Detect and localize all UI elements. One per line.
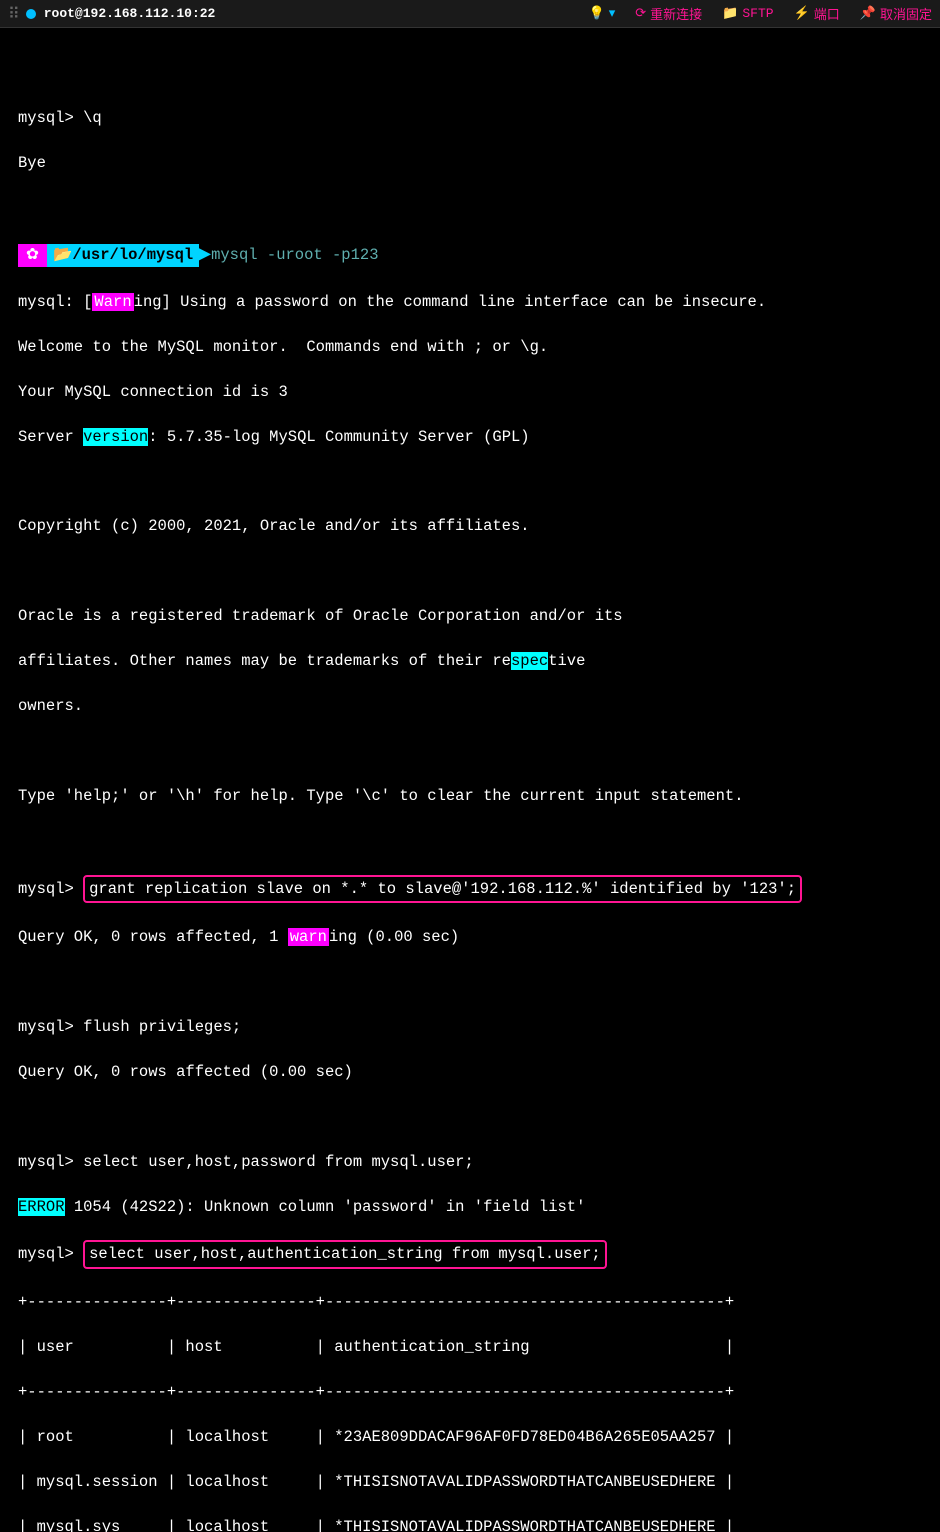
prompt-line: ✿📂/usr/lo/mysql▶ mysql -uroot -p123 (18, 242, 922, 268)
chevron-down-icon: ▾ (609, 6, 616, 21)
terminal-line (18, 971, 922, 993)
host-label: root@192.168.112.10:22 (44, 6, 216, 21)
prompt-arrow-icon: ▶ (197, 242, 211, 268)
terminal-line: mysql> flush privileges; (18, 1016, 922, 1038)
folder-icon: 📁 (722, 6, 738, 21)
terminal-line: mysql: [Warning] Using a password on the… (18, 291, 922, 313)
terminal-line: mysql> grant replication slave on *.* to… (18, 875, 922, 903)
port-button[interactable]: ⚡ 端口 (794, 4, 840, 23)
terminal-line: Query OK, 0 rows affected, 1 warning (0.… (18, 926, 922, 948)
terminal-line: Welcome to the MySQL monitor. Commands e… (18, 336, 922, 358)
pin-icon: 📌 (860, 6, 876, 21)
terminal-line (18, 740, 922, 762)
prompt-path: 📂/usr/lo/mysql (47, 244, 199, 266)
terminal-output[interactable]: mysql> \q Bye ✿📂/usr/lo/mysql▶ mysql -ur… (0, 28, 940, 1532)
spec-highlight: spec (511, 652, 548, 670)
toolbar-right: 💡 ▾ ⟳ 重新连接 📁 SFTP ⚡ 端口 📌 取消固定 (589, 4, 932, 23)
terminal-line: Bye (18, 152, 922, 174)
terminal-line: Copyright (c) 2000, 2021, Oracle and/or … (18, 515, 922, 537)
reconnect-label: 重新连接 (650, 4, 702, 23)
terminal-line: mysql> select user,host,authentication_s… (18, 1240, 922, 1268)
unpin-label: 取消固定 (880, 4, 932, 23)
folder-open-icon: 📂 (53, 244, 72, 266)
warn-highlight: warn (288, 928, 329, 946)
terminal-line: Query OK, 0 rows affected (0.00 sec) (18, 1061, 922, 1083)
grid-icon[interactable]: ⠿ (8, 4, 18, 24)
terminal-line: owners. (18, 695, 922, 717)
grant-command-highlight: grant replication slave on *.* to slave@… (83, 875, 802, 903)
toolbar-left: ⠿ root@192.168.112.10:22 (8, 4, 589, 24)
reconnect-button[interactable]: ⟳ 重新连接 (635, 4, 702, 23)
terminal-line: Oracle is a registered trademark of Orac… (18, 605, 922, 627)
table-row: | mysql.session | localhost | *THISISNOT… (18, 1471, 922, 1493)
terminal-line (18, 830, 922, 852)
terminal-line (18, 560, 922, 582)
warn-highlight: Warn (92, 293, 133, 311)
terminal-line: affiliates. Other names may be trademark… (18, 650, 922, 672)
prompt-gear-icon: ✿ (18, 244, 47, 266)
toolbar: ⠿ root@192.168.112.10:22 💡 ▾ ⟳ 重新连接 📁 SF… (0, 0, 940, 28)
lightbulb-icon: 💡 (589, 6, 605, 21)
terminal-line: mysql> \q (18, 107, 922, 129)
terminal-line (18, 471, 922, 493)
error-highlight: ERROR (18, 1198, 65, 1216)
table-row: | mysql.sys | localhost | *THISISNOTAVAL… (18, 1516, 922, 1532)
command-text: mysql -uroot -p123 (211, 244, 378, 266)
table-row: | root | localhost | *23AE809DDACAF96AF0… (18, 1426, 922, 1448)
table-border: +---------------+---------------+-------… (18, 1381, 922, 1403)
plug-icon: ⚡ (794, 6, 810, 21)
refresh-icon: ⟳ (635, 6, 646, 21)
select-command-highlight: select user,host,authentication_string f… (83, 1240, 607, 1268)
terminal-line: Your MySQL connection id is 3 (18, 381, 922, 403)
version-highlight: version (83, 428, 148, 446)
table-border: +---------------+---------------+-------… (18, 1291, 922, 1313)
terminal-line (18, 1106, 922, 1128)
unpin-button[interactable]: 📌 取消固定 (860, 4, 932, 23)
terminal-line: Type 'help;' or '\h' for help. Type '\c'… (18, 785, 922, 807)
terminal-line: ERROR 1054 (42S22): Unknown column 'pass… (18, 1196, 922, 1218)
terminal-line: Server version: 5.7.35-log MySQL Communi… (18, 426, 922, 448)
terminal-line (18, 62, 922, 84)
sftp-label: SFTP (742, 6, 773, 21)
table-header: | user | host | authentication_string | (18, 1336, 922, 1358)
terminal-line (18, 197, 922, 219)
hint-button[interactable]: 💡 ▾ (589, 6, 616, 21)
terminal-line: mysql> select user,host,password from my… (18, 1151, 922, 1173)
connection-status-dot (26, 9, 36, 19)
sftp-button[interactable]: 📁 SFTP (722, 6, 773, 21)
port-label: 端口 (814, 4, 840, 23)
